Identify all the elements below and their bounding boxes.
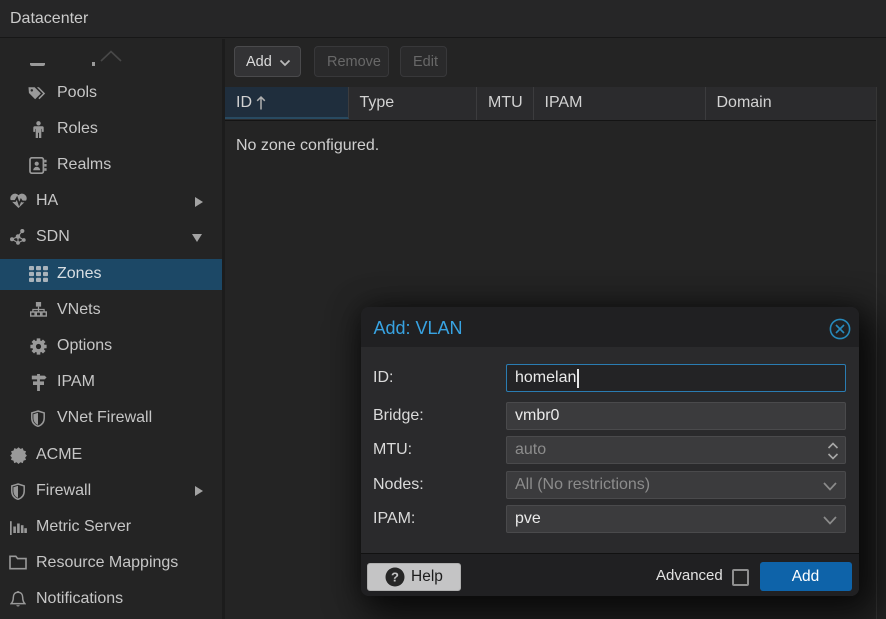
svg-text:?: ? [391,570,399,585]
